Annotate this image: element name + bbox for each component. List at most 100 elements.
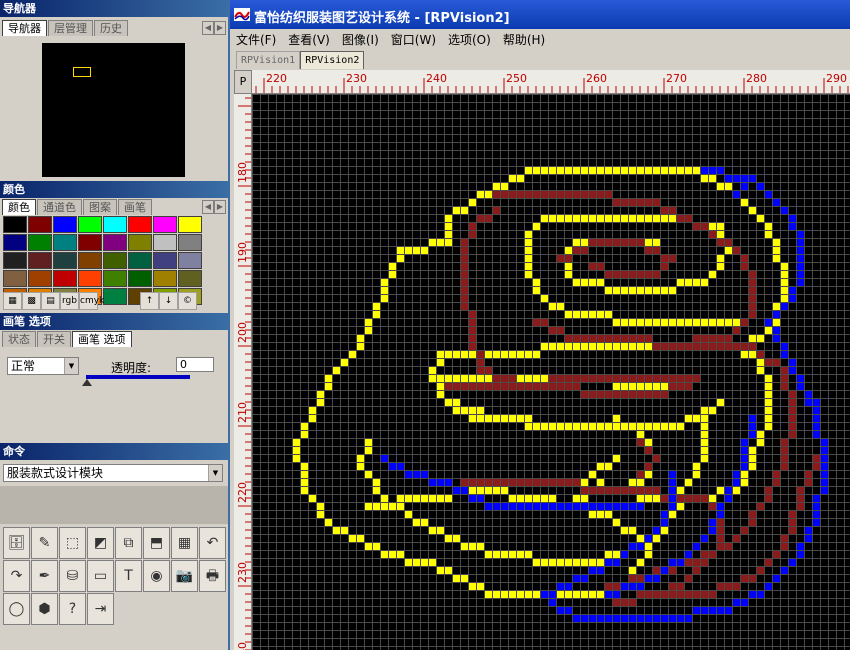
navigator-view-rect[interactable] — [73, 67, 91, 77]
color-swatch[interactable] — [178, 234, 202, 251]
help-icon[interactable]: ? — [59, 593, 86, 625]
color-swatch[interactable] — [53, 216, 77, 233]
swatch-view-icon[interactable]: ▦ — [3, 292, 22, 310]
ruler-label: 280 — [746, 72, 767, 85]
navigator-preview[interactable] — [42, 43, 185, 177]
color-swatch[interactable] — [103, 252, 127, 269]
doc-tab-rpvision1[interactable]: RPVision1 — [236, 51, 301, 69]
pattern-icon[interactable]: ▤ — [41, 292, 60, 310]
palette-icon[interactable]: ▦ — [171, 527, 198, 559]
tab-switch[interactable]: 开关 — [37, 331, 71, 347]
scroll-left-icon[interactable]: ◀ — [202, 200, 214, 214]
color-swatch[interactable] — [3, 252, 27, 269]
color-swatch[interactable] — [78, 252, 102, 269]
rgb-dropper-icon[interactable]: rgb — [60, 292, 79, 310]
tab-layers[interactable]: 层管理 — [48, 20, 93, 36]
opacity-slider[interactable] — [86, 375, 190, 379]
tab-color[interactable]: 颜色 — [2, 199, 36, 215]
camera-icon[interactable]: 📷 — [171, 560, 198, 592]
menu-view[interactable]: 查看(V) — [282, 30, 336, 50]
color-swatch[interactable] — [128, 234, 152, 251]
redo-curve-icon[interactable]: ↷ — [3, 560, 30, 592]
pixel-canvas[interactable] — [252, 94, 850, 650]
brush-options-tabs: 状态 开关 画笔 选项 — [2, 331, 133, 347]
module-select[interactable]: 服装款式设计模块 ▼ — [3, 464, 223, 482]
film-icon[interactable]: ▭ — [87, 560, 114, 592]
printer-icon[interactable]: 🖶 — [199, 560, 226, 592]
arrow-up-icon[interactable]: ↑ — [140, 292, 159, 310]
color-swatch[interactable] — [3, 270, 27, 287]
disk-icon[interactable]: ◯ — [3, 593, 30, 625]
color-swatch[interactable] — [178, 216, 202, 233]
color-swatch[interactable] — [3, 234, 27, 251]
opacity-slider-thumb[interactable] — [82, 379, 92, 386]
menu-file[interactable]: 文件(F) — [230, 30, 282, 50]
marquee-icon[interactable]: ⬚ — [59, 527, 86, 559]
color-swatch[interactable] — [28, 216, 52, 233]
color-swatch[interactable] — [53, 234, 77, 251]
ruler-label: 230 — [346, 72, 367, 85]
color-swatch[interactable] — [28, 252, 52, 269]
color-swatch[interactable] — [178, 270, 202, 287]
text-icon[interactable]: T — [115, 560, 142, 592]
menu-image[interactable]: 图像(I) — [336, 30, 385, 50]
navigator-tab-scroll: ◀ ▶ — [202, 21, 226, 35]
color-swatch[interactable] — [128, 270, 152, 287]
color-swatch[interactable] — [78, 270, 102, 287]
color-swatch[interactable] — [78, 234, 102, 251]
color-swatch[interactable] — [103, 216, 127, 233]
cmyk-dropper-icon[interactable]: cmyk — [79, 292, 104, 310]
blend-mode-select[interactable]: 正常 ▼ — [7, 357, 79, 375]
tab-status[interactable]: 状态 — [2, 331, 36, 347]
color-swatch[interactable] — [103, 234, 127, 251]
tab-pattern[interactable]: 图案 — [83, 199, 117, 215]
color-wheel-icon[interactable]: ◉ — [143, 560, 170, 592]
fountain-pen-icon[interactable]: ✒ — [31, 560, 58, 592]
tab-channel-color[interactable]: 通道色 — [37, 199, 82, 215]
scroll-right-icon[interactable]: ▶ — [214, 21, 226, 35]
menu-help[interactable]: 帮助(H) — [497, 30, 551, 50]
pen-icon[interactable]: ✎ — [31, 527, 58, 559]
color-swatch[interactable] — [128, 216, 152, 233]
arrow-down-icon[interactable]: ↓ — [159, 292, 178, 310]
chevron-down-icon[interactable]: ▼ — [64, 358, 78, 374]
crop-icon[interactable]: ⬒ — [143, 527, 170, 559]
color-swatch[interactable] — [153, 252, 177, 269]
tab-history[interactable]: 历史 — [94, 20, 128, 36]
tab-brush-options[interactable]: 画笔 选项 — [72, 331, 132, 347]
color-swatch[interactable] — [28, 234, 52, 251]
exit-icon[interactable]: ⇥ — [87, 593, 114, 625]
scroll-right-icon[interactable]: ▶ — [214, 200, 226, 214]
file-cabinet-icon[interactable]: 🗄 — [3, 527, 30, 559]
color-swatch[interactable] — [153, 216, 177, 233]
tab-navigator[interactable]: 导航器 — [2, 20, 47, 36]
ruler-corner-button[interactable]: P — [234, 70, 252, 94]
color-swatch[interactable] — [53, 252, 77, 269]
cube-icon[interactable]: ⬢ — [31, 593, 58, 625]
document-window: 富怡纺织服装图艺设计系统 - [RPVision2] 文件(F) 查看(V) 图… — [228, 0, 850, 650]
copyright-icon[interactable]: © — [178, 292, 197, 310]
tab-brush[interactable]: 画笔 — [118, 199, 152, 215]
color-swatch[interactable] — [178, 252, 202, 269]
color-swatch[interactable] — [3, 216, 27, 233]
menu-window[interactable]: 窗口(W) — [385, 30, 442, 50]
opacity-input[interactable]: 0 — [176, 357, 214, 372]
ruler-label: 240 — [426, 72, 447, 85]
menu-options[interactable]: 选项(O) — [442, 30, 497, 50]
ruler-label: 240 — [236, 642, 249, 650]
paint-bucket-icon[interactable]: ⛁ — [59, 560, 86, 592]
color-swatch[interactable] — [53, 270, 77, 287]
paste-icon[interactable]: ⧉ — [115, 527, 142, 559]
chevron-down-icon[interactable]: ▼ — [208, 465, 222, 481]
undo-curve-icon[interactable]: ↶ — [199, 527, 226, 559]
color-swatch[interactable] — [78, 216, 102, 233]
color-swatch[interactable] — [153, 234, 177, 251]
color-swatch[interactable] — [153, 270, 177, 287]
doc-tab-rpvision2[interactable]: RPVision2 — [300, 51, 365, 69]
scroll-left-icon[interactable]: ◀ — [202, 21, 214, 35]
palette-icon[interactable]: ▩ — [22, 292, 41, 310]
color-swatch[interactable] — [103, 270, 127, 287]
swap-colors-icon[interactable]: ◩ — [87, 527, 114, 559]
color-swatch[interactable] — [28, 270, 52, 287]
color-swatch[interactable] — [128, 252, 152, 269]
